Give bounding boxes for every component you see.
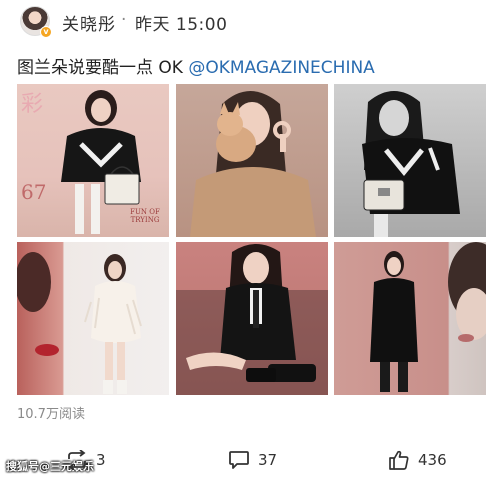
photo-3[interactable] [334,84,486,237]
post-text: 图兰朵说要酷一点 OK @OKMAGAZINECHINA [17,53,375,78]
comment-button[interactable]: 37 [228,450,277,470]
photo-6[interactable] [334,242,486,395]
repost-icon [68,450,86,470]
magazine-note: FUN OF TRYING [130,208,160,224]
post-time: 昨天 15:00 [135,15,228,35]
photo-5[interactable] [176,242,328,395]
magazine-issue: 67 [21,180,47,204]
repost-button[interactable]: 3 [66,450,106,470]
post-header: v 关晓彤 · 昨天 15:00 [0,0,500,44]
action-bar: 搜狐号@三元娱乐 3 37 436 [0,442,500,478]
thumbs-up-icon [389,450,409,470]
mention-link[interactable]: @OKMAGAZINECHINA [188,58,374,78]
comment-icon [229,451,249,469]
photo-1[interactable]: 彩 67 FUN OF TRYING [17,84,169,237]
like-count: 436 [418,451,447,469]
post-text-main: 图兰朵说要酷一点 OK [17,58,189,78]
photo-grid: 彩 67 FUN OF TRYING [17,84,487,396]
photo-5-figure [176,244,328,395]
photo-2[interactable] [176,84,328,237]
photo-3-figure [362,91,460,237]
photo-4[interactable] [17,242,169,395]
read-count: 10.7万阅读 [17,407,85,422]
photo-4-figure [17,252,142,394]
comment-count: 37 [258,451,278,469]
like-button[interactable]: 436 [388,450,447,470]
username[interactable]: 关晓彤 [62,10,116,35]
photo-2-figure [190,91,316,237]
magazine-title: 彩 [21,92,46,117]
repost-count: 3 [96,451,106,469]
verified-badge-icon: v [40,26,52,38]
separator-dot: · [121,10,127,30]
photo-6-figure [370,242,486,392]
